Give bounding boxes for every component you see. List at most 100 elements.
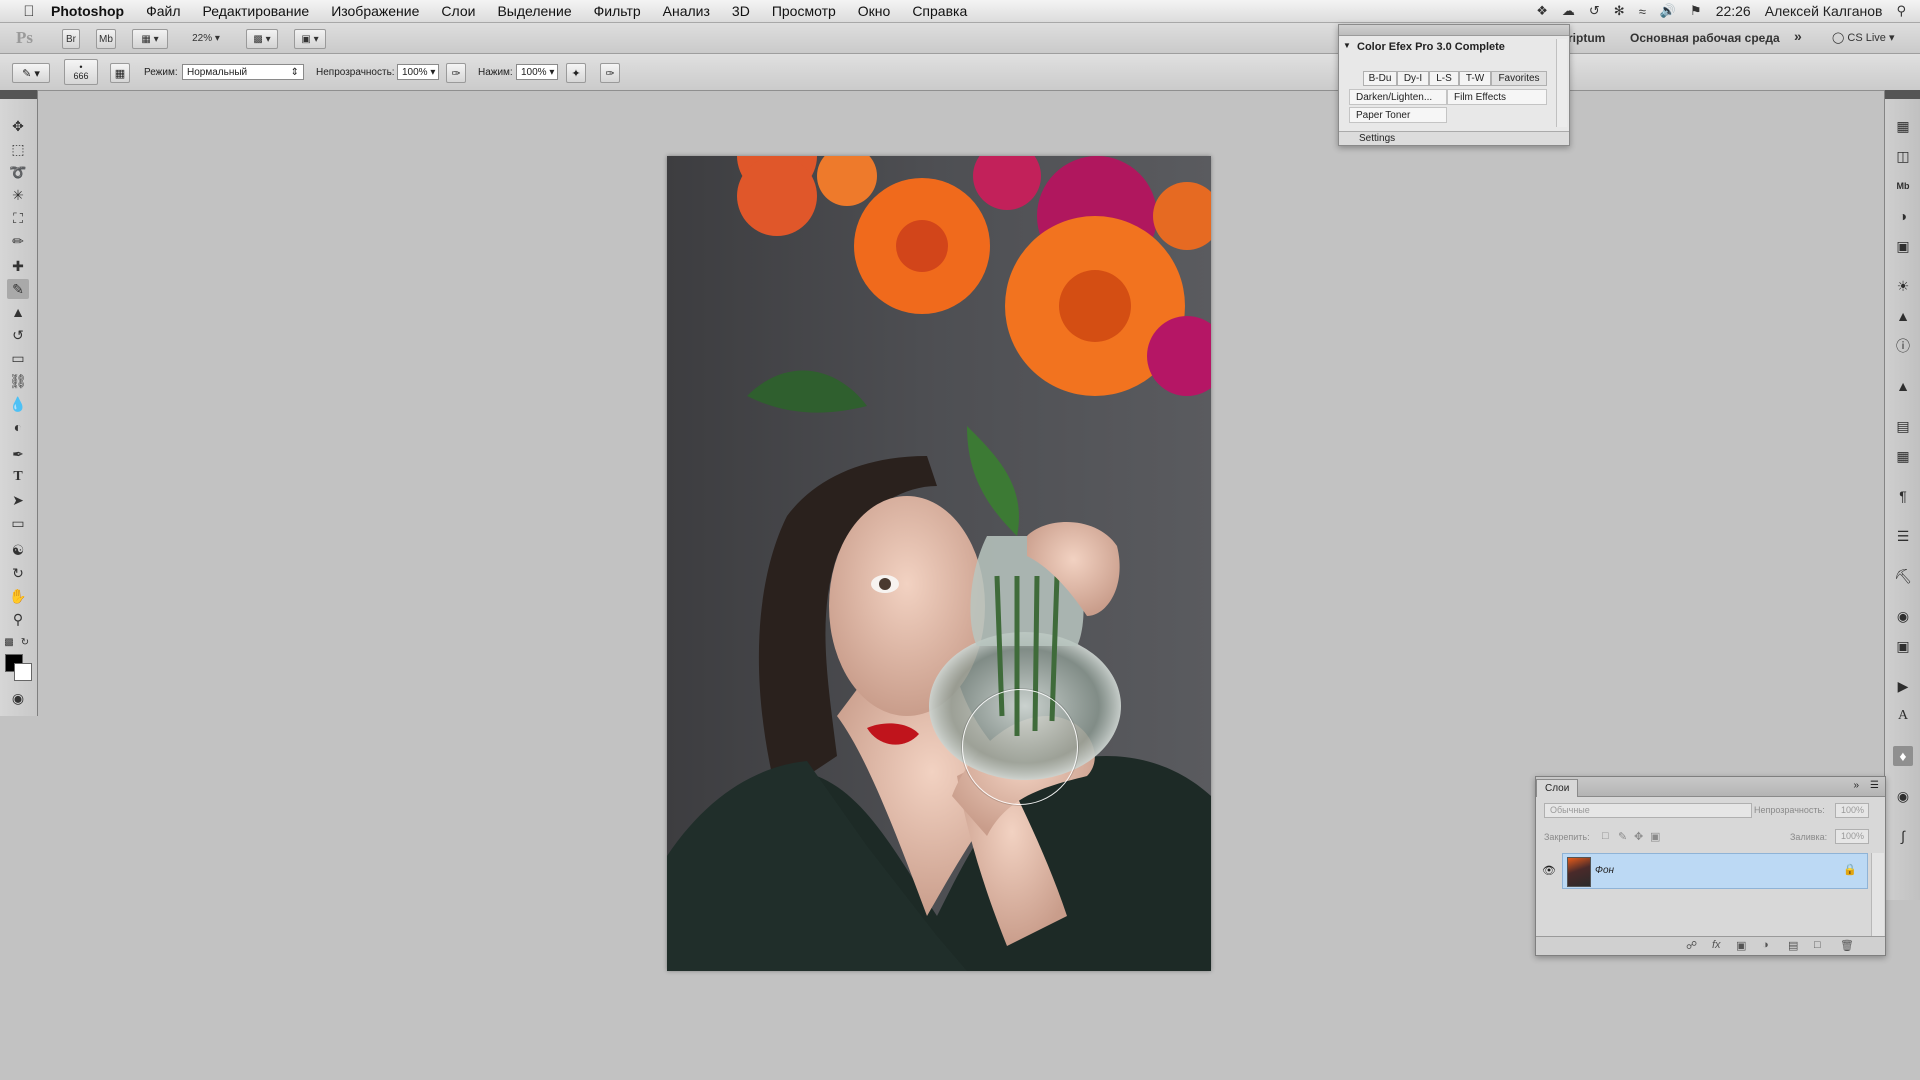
menu-select[interactable]: Выделение [486, 3, 582, 19]
efex-tab-l-s[interactable]: L-S [1429, 71, 1459, 86]
blur-tool-icon[interactable]: 💧 [7, 394, 29, 414]
view-extras-dropdown[interactable]: ▦ ▾ [132, 29, 168, 49]
mode-select[interactable]: Нормальный ⇕ [182, 64, 304, 80]
eraser-tool-icon[interactable]: ▭ [7, 348, 29, 368]
delete-layer-icon[interactable]: 🗑 [1840, 939, 1854, 952]
panel-menu-icon[interactable]: ☰ [1870, 780, 1879, 791]
volume-icon[interactable]: 🔊 [1660, 3, 1676, 19]
opacity-input[interactable]: 100% ▾ [397, 64, 439, 80]
more-workspaces-icon[interactable]: » [1794, 28, 1802, 44]
layer-style-fx-icon[interactable]: fx [1712, 939, 1721, 951]
background-color-swatch[interactable] [14, 663, 32, 681]
mini-bridge-button[interactable]: Mb [96, 29, 116, 49]
menu-3d[interactable]: 3D [721, 3, 761, 19]
cs-live-button[interactable]: ◯ CS Live ▾ [1832, 31, 1894, 44]
paths-icon[interactable]: ∫ [1893, 826, 1913, 846]
adjustments-icon[interactable]: ☀ [1893, 276, 1913, 296]
default-colors-icon[interactable]: ▩ [2, 632, 16, 652]
mini-bridge-panel-icon[interactable]: Mb [1893, 176, 1913, 196]
layers-scrollbar[interactable] [1871, 853, 1884, 937]
menu-help[interactable]: Справка [901, 3, 978, 19]
dropbox-icon[interactable]: ❖ [1536, 3, 1548, 19]
wifi-icon[interactable]: ≈ [1639, 4, 1646, 19]
menu-file[interactable]: Файл [135, 3, 191, 19]
arrange-documents-dropdown[interactable]: ▩ ▾ [246, 29, 278, 49]
fill-input[interactable]: 100% [1835, 829, 1869, 844]
airbrush-button[interactable]: ✦ [566, 63, 586, 83]
menu-window[interactable]: Окно [847, 3, 902, 19]
pressure-opacity-button[interactable]: ✑ [446, 63, 466, 83]
link-layers-icon[interactable]: ☍ [1686, 939, 1697, 952]
paint-bucket-tool-icon[interactable]: ⛓ [7, 371, 29, 391]
lasso-tool-icon[interactable]: ➰ [7, 162, 29, 182]
add-mask-icon[interactable]: ▣ [1736, 939, 1746, 952]
bridge-button[interactable]: Br [62, 29, 80, 49]
tools-panel-grip[interactable] [0, 90, 37, 99]
3d-rotate-tool-icon[interactable]: ☯ [7, 540, 29, 560]
efex-settings[interactable]: Settings [1339, 131, 1569, 145]
3d-orbit-tool-icon[interactable]: ↻ [7, 563, 29, 583]
healing-brush-tool-icon[interactable]: ✚ [7, 256, 29, 276]
swap-colors-icon[interactable]: ↻ [18, 632, 32, 652]
histogram-icon[interactable]: ▲ [1893, 306, 1913, 326]
history-brush-tool-icon[interactable]: ↺ [7, 325, 29, 345]
type-tool-icon[interactable]: T [7, 467, 29, 487]
layers-icon[interactable]: ♦ [1893, 746, 1913, 766]
collapse-triangle-icon[interactable]: ▼ [1343, 41, 1351, 50]
adjustment-layer-icon[interactable]: ◑ [1762, 939, 1769, 951]
zoom-level-dropdown[interactable]: 22% ▾ [184, 29, 228, 47]
efex-scrollbar[interactable] [1556, 39, 1567, 127]
menu-edit[interactable]: Редактирование [192, 3, 321, 19]
info-icon[interactable]: ⓘ [1893, 336, 1913, 356]
crop-tool-icon[interactable]: ⛶ [7, 208, 29, 228]
marquee-tool-icon[interactable]: ⬚ [7, 139, 29, 159]
navigator-icon[interactable]: ◫ [1893, 146, 1913, 166]
lock-pixels-icon[interactable]: ✎ [1618, 830, 1627, 843]
clone-stamp-tool-icon[interactable]: ▲ [7, 302, 29, 322]
character-icon[interactable]: A [1893, 706, 1913, 726]
menu-analysis[interactable]: Анализ [652, 3, 721, 19]
input-flag-icon[interactable]: ⚑ [1690, 3, 1702, 19]
pen-tool-icon[interactable]: ✒ [7, 444, 29, 464]
menu-view[interactable]: Просмотр [761, 3, 847, 19]
new-layer-icon[interactable]: □ [1814, 939, 1821, 951]
channels-icon[interactable]: ◉ [1893, 786, 1913, 806]
menu-clock[interactable]: 22:26 [1716, 3, 1751, 19]
lock-position-icon[interactable]: ✥ [1634, 830, 1643, 843]
move-tool-icon[interactable]: ✥ [7, 116, 29, 136]
dock-grip[interactable] [1885, 90, 1920, 99]
menu-layers[interactable]: Слои [430, 3, 486, 19]
hand-tool-icon[interactable]: ✋ [7, 586, 29, 606]
efex-tab-t-w[interactable]: T-W [1459, 71, 1491, 86]
workspace-essentials[interactable]: Основная рабочая среда [1630, 31, 1780, 45]
creative-cloud-icon[interactable]: ☁ [1562, 3, 1575, 19]
swatches-icon[interactable]: ▦ [1893, 116, 1913, 136]
tool-preset-picker[interactable]: ✎ ▾ [12, 63, 50, 83]
clone-source-icon[interactable]: ▲ [1893, 376, 1913, 396]
menu-image[interactable]: Изображение [320, 3, 430, 19]
quick-select-tool-icon[interactable]: ✳ [7, 185, 29, 205]
efex-filter-paper-toner[interactable]: Paper Toner [1349, 107, 1447, 123]
menu-user[interactable]: Алексей Калганов [1765, 3, 1883, 19]
spotlight-search-icon[interactable]: ⚲ [1896, 3, 1906, 19]
tool-presets-icon[interactable]: ⛏ [1893, 566, 1913, 586]
layer-name[interactable]: Фон [1595, 865, 1614, 876]
blend-mode-select[interactable]: Обычные [1544, 803, 1752, 818]
efex-titlebar[interactable] [1339, 25, 1569, 36]
transform-icon[interactable]: ▣ [1893, 636, 1913, 656]
actions-icon[interactable]: ▤ [1893, 416, 1913, 436]
brush-tool-icon[interactable]: ✎ [7, 279, 29, 299]
screen-mode-dropdown[interactable]: ▣ ▾ [294, 29, 326, 49]
efex-tab-b-du[interactable]: B-Du [1363, 71, 1397, 86]
styles-icon[interactable]: ◉ [1893, 606, 1913, 626]
apple-menu-icon[interactable]:  [18, 3, 40, 20]
eyedropper-tool-icon[interactable]: ✏ [7, 231, 29, 251]
layer-opacity-input[interactable]: 100% [1835, 803, 1869, 818]
history-icon[interactable]: ▦ [1893, 446, 1913, 466]
zoom-tool-icon[interactable]: ⚲ [7, 609, 29, 629]
paragraph-icon[interactable]: ¶ [1893, 486, 1913, 506]
tab-layers[interactable]: Слои [1536, 779, 1579, 797]
pressure-size-button[interactable]: ✑ [600, 63, 620, 83]
collapse-panel-icon[interactable]: » [1853, 780, 1859, 791]
camera-icon[interactable]: ▣ [1893, 236, 1913, 256]
